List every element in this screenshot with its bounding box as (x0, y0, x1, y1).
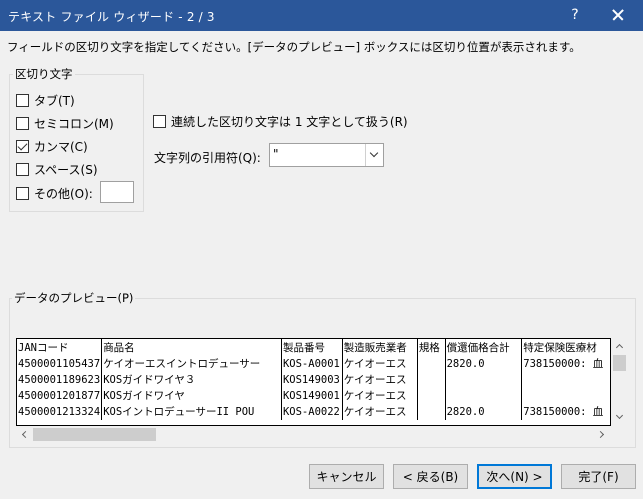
window-title: テキスト ファイル ウィザード - 2 / 3 (8, 10, 215, 24)
preview-cell: 規格 (416, 339, 446, 356)
preview-cell: 製造販売業者 (341, 339, 418, 356)
consecutive-label: 連続した区切り文字は 1 文字として扱う(R) (171, 115, 408, 129)
preview-cell: 償還価格合計 (444, 339, 522, 356)
qualifier-label: 文字列の引用符(Q): (154, 151, 261, 165)
qualifier-select[interactable]: " (269, 143, 384, 167)
preview-cell: 4500001105437 (18, 358, 101, 370)
scroll-down-icon[interactable] (611, 409, 628, 426)
help-button[interactable]: ? (566, 5, 584, 25)
preview-grid[interactable]: JANコード 商品名 製品番号 製造販売業者 規格 償還価格合計 特定保険医療材 450000… (16, 338, 611, 426)
scroll-corner (611, 426, 628, 443)
preview-cell: 4500001201877 (18, 390, 101, 402)
comma-checkbox[interactable] (16, 140, 29, 153)
tab-label: タブ(T) (34, 94, 75, 108)
space-label: スペース(S) (34, 163, 98, 177)
preview-cell: 738150000: 血 (521, 404, 610, 420)
qualifier-value: " (273, 147, 279, 161)
consecutive-option[interactable]: 連続した区切り文字は 1 文字として扱う(R) (153, 113, 408, 130)
preview-row: 4500001213324 KOSイントロデューサーII POU KOS-A0022… (17, 404, 610, 420)
preview-cell: KOS-A0022 (280, 404, 343, 420)
preview-cell: ケイオーエス (341, 356, 418, 372)
scroll-left-icon[interactable] (16, 426, 33, 443)
scroll-up-icon[interactable] (611, 338, 628, 355)
preview-cell: 製品番号 (280, 339, 343, 356)
preview-row: 4500001105437 ケイオーエスイントロデューサー KOS-A0001 ケイオ… (17, 356, 610, 372)
preview-header-row: JANコード 商品名 製品番号 製造販売業者 規格 償還価格合計 特定保険医療材 (17, 339, 610, 356)
preview-cell: 738150000: 血 (521, 356, 610, 372)
consecutive-checkbox[interactable] (153, 115, 166, 128)
preview-row: 4500001201877 KOSガイドワイヤ KOS149001 ケイオーエス (17, 388, 610, 404)
semicolon-checkbox[interactable] (16, 117, 29, 130)
space-option[interactable]: スペース(S) (16, 161, 98, 178)
preview-cell: 特定保険医療材 (521, 339, 610, 356)
other-option[interactable]: その他(O): (16, 185, 93, 202)
preview-cell: JANコード (18, 341, 69, 354)
preview-cell (416, 356, 446, 372)
comma-option[interactable]: カンマ(C) (16, 138, 88, 155)
preview-cell: KOS-A0001 (280, 356, 343, 372)
vertical-scroll-thumb[interactable] (613, 355, 626, 371)
preview-cell: ケイオーエス (341, 372, 418, 388)
comma-label: カンマ(C) (34, 140, 88, 154)
finish-button[interactable]: 完了(F) (561, 464, 636, 489)
preview-cell: KOSイントロデューサーII POU (101, 404, 282, 420)
cancel-button[interactable]: キャンセル (309, 464, 384, 489)
title-bar: テキスト ファイル ウィザード - 2 / 3 ? (0, 0, 643, 31)
preview-cell: KOS149001 (280, 388, 343, 404)
other-delimiter-input[interactable] (100, 181, 134, 203)
preview-cell: 商品名 (101, 339, 282, 356)
preview-cell: KOSガイドワイヤ (101, 388, 282, 404)
preview-cell (521, 372, 610, 388)
preview-cell (444, 372, 522, 388)
preview-cell (444, 388, 522, 404)
delimiters-group-label: 区切り文字 (13, 66, 75, 82)
scroll-right-icon[interactable] (594, 426, 611, 443)
vertical-scrollbar[interactable] (611, 338, 628, 426)
close-icon[interactable] (606, 4, 630, 26)
preview-cell: KOS149003 (280, 372, 343, 388)
preview-cell: 4500001189623 (18, 374, 101, 386)
horizontal-scrollbar[interactable] (16, 426, 611, 443)
preview-cell: ケイオーエスイントロデューサー (101, 356, 282, 372)
preview-cell: KOSガイドワイヤ３ (101, 372, 282, 388)
chevron-down-icon[interactable] (365, 144, 383, 166)
preview-cell: ケイオーエス (341, 388, 418, 404)
tab-option[interactable]: タブ(T) (16, 92, 75, 109)
semicolon-option[interactable]: セミコロン(M) (16, 115, 114, 132)
other-label: その他(O): (34, 187, 93, 201)
preview-table: JANコード 商品名 製品番号 製造販売業者 規格 償還価格合計 特定保険医療材 450000… (17, 339, 610, 420)
preview-cell: ケイオーエス (341, 404, 418, 420)
instruction-text: フィールドの区切り文字を指定してください。[データのプレビュー] ボックスには区… (7, 40, 581, 54)
preview-cell: 2820.0 (444, 404, 522, 420)
preview-cell: 4500001213324 (18, 406, 101, 418)
preview-label: データのプレビュー(P) (12, 290, 136, 306)
preview-cell (416, 388, 446, 404)
preview-cell: 2820.0 (444, 356, 522, 372)
tab-checkbox[interactable] (16, 94, 29, 107)
next-button[interactable]: 次へ(N) > (477, 464, 552, 489)
semicolon-label: セミコロン(M) (34, 117, 114, 131)
other-checkbox[interactable] (16, 187, 29, 200)
preview-row: 4500001189623 KOSガイドワイヤ３ KOS149003 ケイオーエス (17, 372, 610, 388)
preview-cell (416, 372, 446, 388)
preview-cell (416, 404, 446, 420)
horizontal-scroll-thumb[interactable] (33, 428, 156, 441)
back-button[interactable]: < 戻る(B) (393, 464, 468, 489)
space-checkbox[interactable] (16, 163, 29, 176)
preview-cell (521, 388, 610, 404)
